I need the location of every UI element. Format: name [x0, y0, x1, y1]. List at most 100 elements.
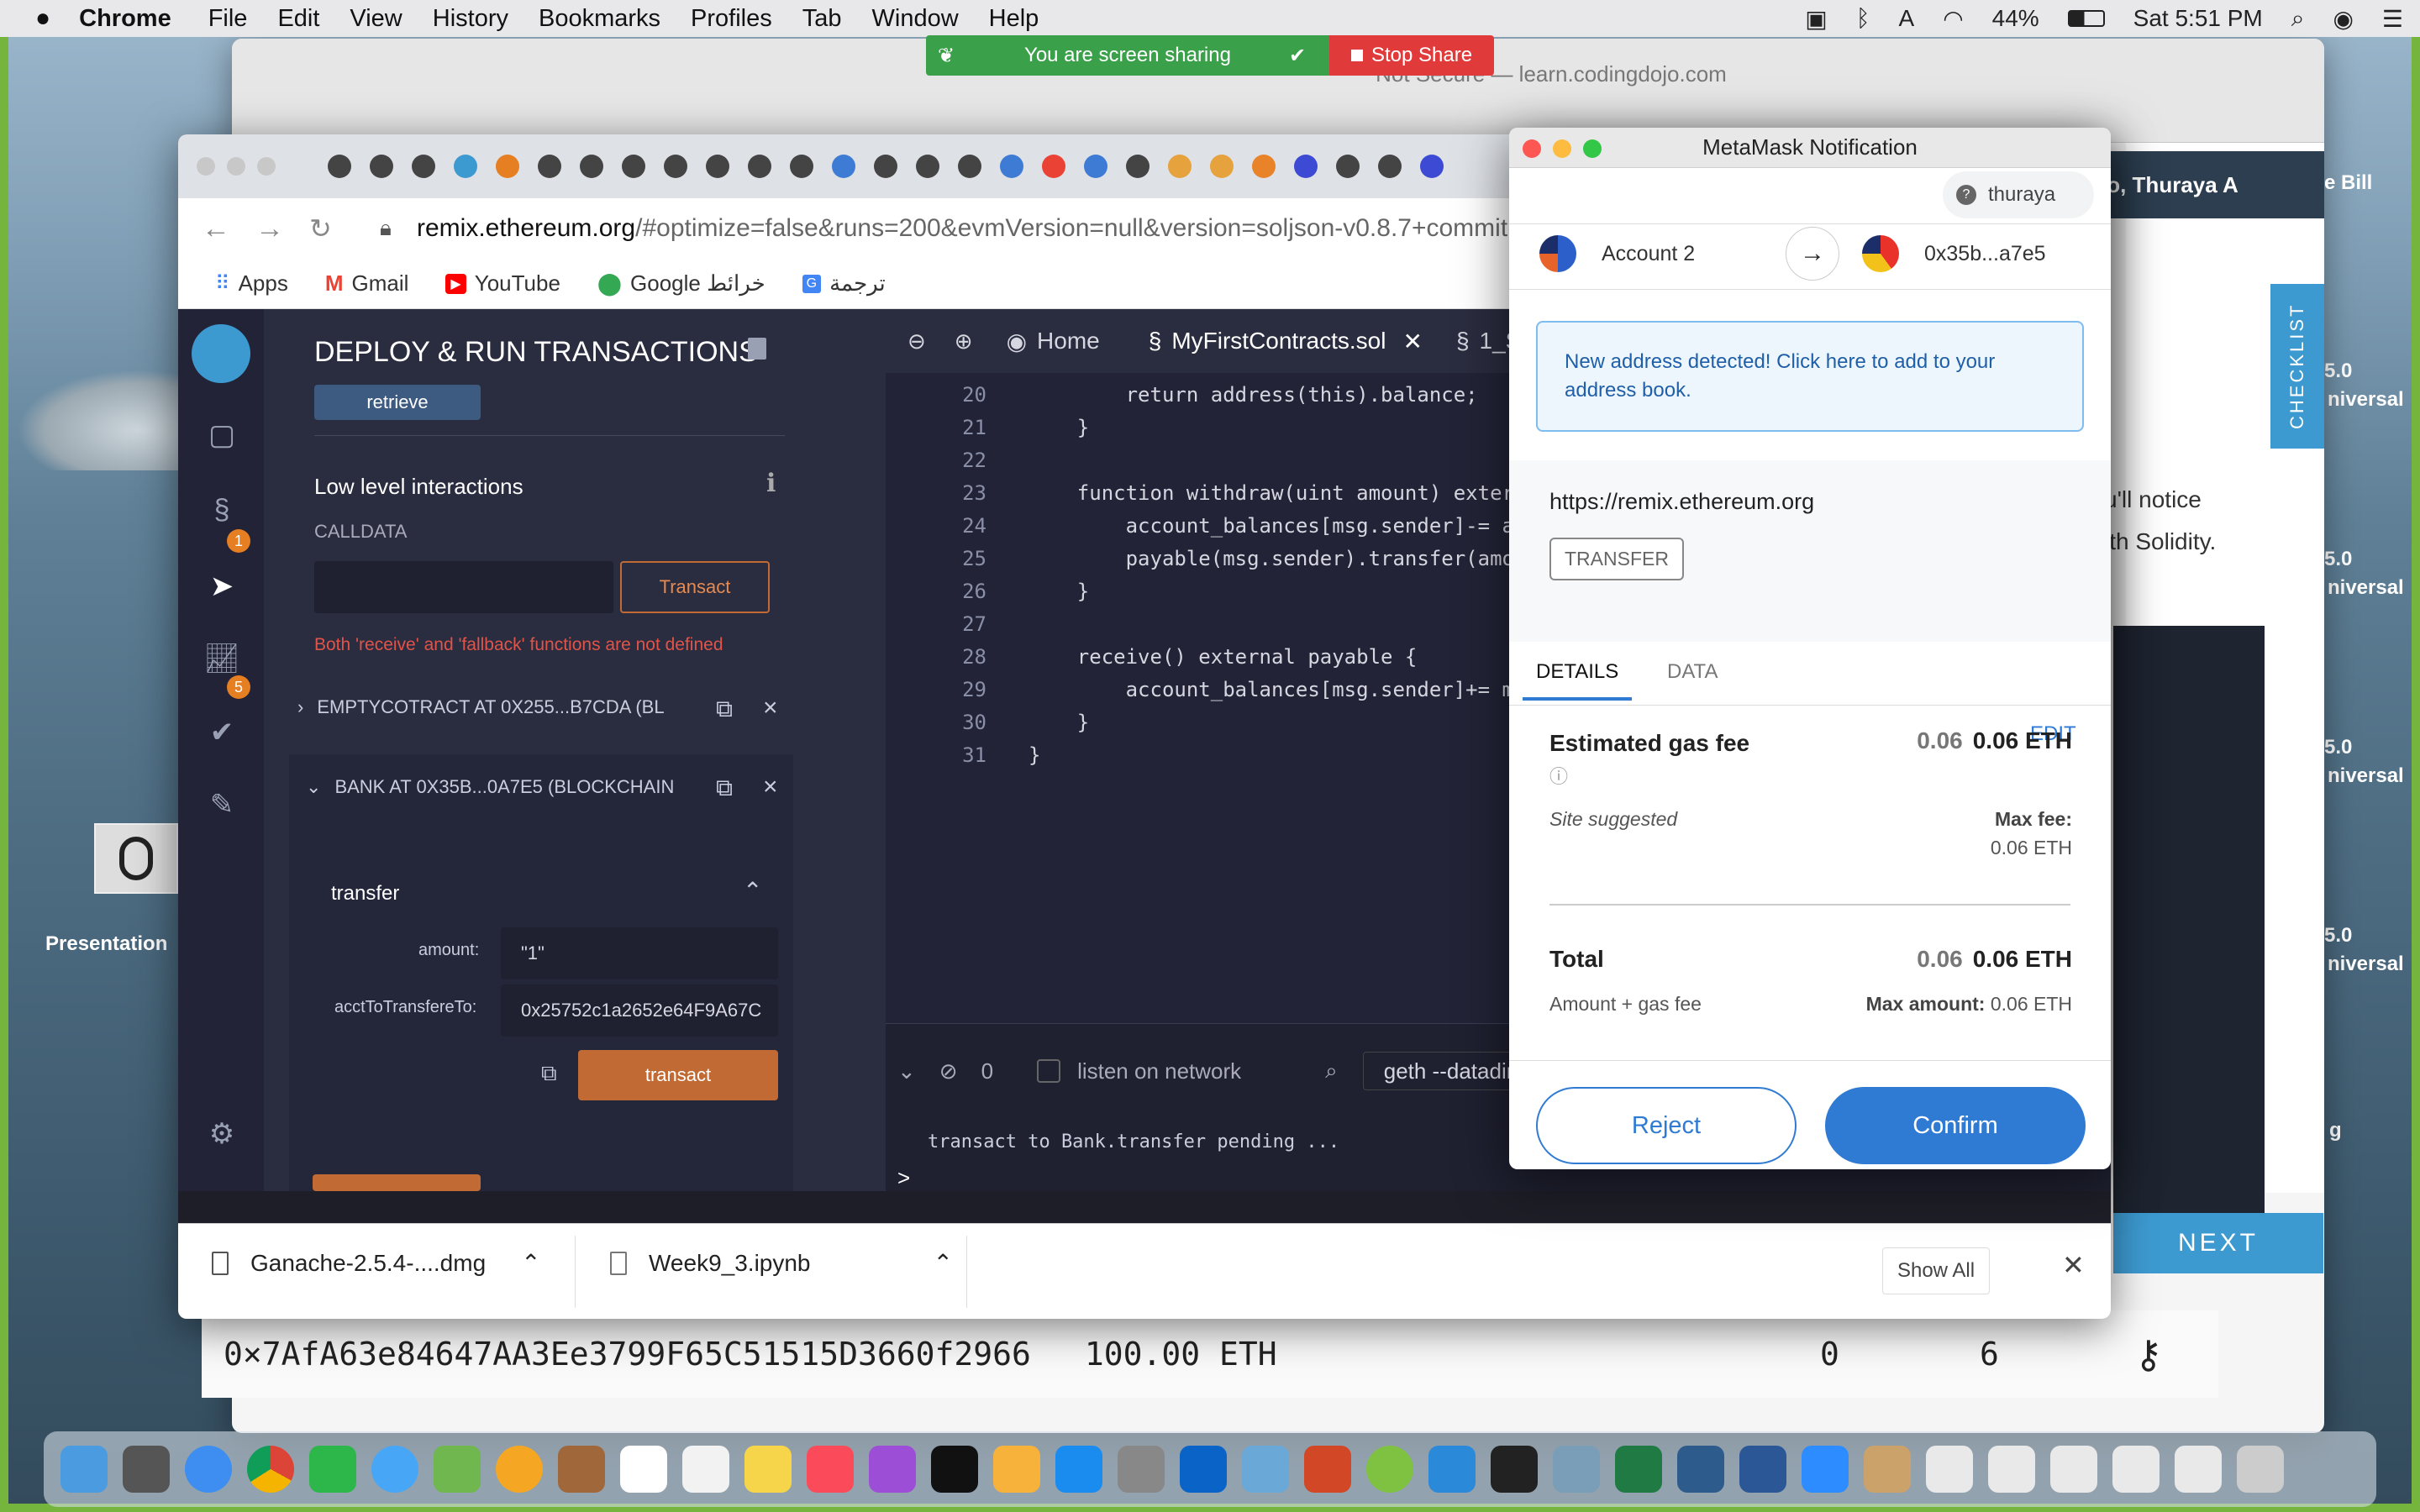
chevron-up-icon[interactable]: ⌃	[934, 1249, 953, 1277]
retrieve-button[interactable]: retrieve	[314, 385, 481, 420]
tv-dock-icon[interactable]	[931, 1446, 978, 1493]
bookmark-gmail[interactable]: M Gmail	[325, 270, 409, 297]
tab-icon[interactable]	[454, 155, 477, 178]
contract-row-bank[interactable]: ⌄ BANK AT 0X35B...0A7E5 (BLOCKCHAIN	[306, 776, 674, 798]
minimize-window-icon[interactable]	[1553, 139, 1571, 158]
code-line[interactable]: }	[1028, 711, 1089, 734]
plugin-manager-icon[interactable]: ✎	[203, 788, 240, 825]
minimize-window-icon[interactable]	[227, 157, 245, 176]
zoom-window-icon[interactable]	[1583, 139, 1602, 158]
network-dock-icon[interactable]	[1553, 1446, 1600, 1493]
menu-file[interactable]: File	[208, 5, 248, 33]
ganache-dock-icon[interactable]	[1864, 1446, 1911, 1493]
apple-icon[interactable]: ●	[35, 4, 50, 33]
siri-icon[interactable]: ◉	[2333, 5, 2353, 33]
analysis-icon[interactable]: 📈︎	[203, 642, 240, 679]
settings-gear-icon[interactable]: ⚙	[203, 1117, 240, 1154]
lesson-video[interactable]	[2113, 626, 2265, 1214]
photos-dock-icon[interactable]	[496, 1446, 543, 1493]
wifi-icon[interactable]: ◠	[1943, 5, 1963, 33]
tab-icon[interactable]	[1420, 155, 1444, 178]
code-line[interactable]: }	[1028, 416, 1089, 439]
close-icon[interactable]: ×	[763, 773, 778, 801]
key-icon[interactable]: ⚷	[2134, 1331, 2163, 1377]
tab-icon[interactable]	[958, 155, 981, 178]
close-downloads-icon[interactable]: ✕	[2062, 1249, 2085, 1281]
code-line[interactable]: function withdraw(uint amount) external{	[1028, 481, 1563, 505]
github-tab-icon[interactable]	[370, 155, 393, 178]
music-dock-icon[interactable]	[807, 1446, 854, 1493]
zoom-dock-icon[interactable]	[1802, 1446, 1849, 1493]
tab-icon[interactable]	[580, 155, 603, 178]
maps-dock-icon[interactable]	[434, 1446, 481, 1493]
recent-window-dock-icon[interactable]	[2112, 1446, 2160, 1493]
close-tab-icon[interactable]: ✕	[1402, 328, 1422, 355]
spotlight-search-icon[interactable]: ⌕	[2291, 5, 2305, 33]
testing-icon[interactable]: ✔	[203, 716, 240, 753]
battery-icon[interactable]	[2067, 10, 2105, 27]
tab-icon[interactable]	[1378, 155, 1402, 178]
bookmark-apps[interactable]: ⠿ Apps	[215, 270, 288, 297]
finder-dock-icon[interactable]	[60, 1446, 108, 1493]
tab-icon[interactable]	[1210, 155, 1234, 178]
camera-icon[interactable]: ▣	[1805, 5, 1827, 33]
code-line[interactable]: }	[1028, 743, 1040, 767]
recent-window-dock-icon[interactable]	[1988, 1446, 2035, 1493]
reminders-dock-icon[interactable]	[682, 1446, 729, 1493]
tab-icon[interactable]	[496, 155, 519, 178]
code-line[interactable]: }	[1028, 580, 1089, 603]
recent-window-dock-icon[interactable]	[2175, 1446, 2222, 1493]
clock[interactable]: Sat 5:51 PM	[2133, 5, 2263, 32]
launchpad-dock-icon[interactable]	[123, 1446, 170, 1493]
calldata-input[interactable]	[314, 561, 613, 613]
zoom-window-icon[interactable]	[257, 157, 276, 176]
powerpoint-dock-icon[interactable]	[1304, 1446, 1351, 1493]
stackoverflow-tab-icon[interactable]	[706, 155, 729, 178]
compiler-icon[interactable]: §	[203, 494, 240, 531]
menu-help[interactable]: Help	[989, 5, 1039, 33]
tab-icon[interactable]	[790, 155, 813, 178]
copy-calldata-icon[interactable]: ⧉	[541, 1060, 557, 1087]
network-selector[interactable]: ? thuraya	[1943, 171, 2094, 218]
menu-view[interactable]: View	[350, 5, 402, 33]
control-center-icon[interactable]: ☰	[2382, 5, 2403, 33]
tab-details[interactable]: DETAILS	[1523, 652, 1633, 701]
file-explorer-icon[interactable]: ▢	[203, 418, 240, 455]
recent-window-dock-icon[interactable]	[1926, 1446, 1973, 1493]
to-account[interactable]: 0x35b...a7e5	[1862, 235, 2046, 272]
menu-history[interactable]: History	[433, 5, 508, 33]
menu-app-name[interactable]: Chrome	[79, 5, 171, 33]
copy-icon[interactable]: ⧉	[716, 696, 733, 723]
tab-icon[interactable]	[1294, 155, 1318, 178]
clear-terminal-icon[interactable]: ⊘	[939, 1058, 958, 1084]
tab-icon[interactable]	[1126, 155, 1150, 178]
tab-icon[interactable]	[664, 155, 687, 178]
confirm-button[interactable]: Confirm	[1825, 1087, 2086, 1164]
word-dock-icon[interactable]	[1739, 1446, 1786, 1493]
terminal-dock-icon[interactable]	[1491, 1446, 1538, 1493]
url-input[interactable]: remix.ethereum.org/#optimize=false&runs=…	[417, 214, 1507, 243]
recent-window-dock-icon[interactable]	[2050, 1446, 2097, 1493]
menu-window[interactable]: Window	[872, 5, 959, 33]
chevron-up-icon[interactable]: ⌃	[521, 1249, 540, 1277]
zoom-out-icon[interactable]: ⊖	[908, 328, 926, 354]
checklist-tab[interactable]: CHECKLIST	[2270, 284, 2324, 449]
tab-icon[interactable]	[916, 155, 939, 178]
system-preferences-dock-icon[interactable]	[1118, 1446, 1165, 1493]
new-address-banner[interactable]: New address detected! Click here to add …	[1536, 321, 2084, 432]
back-icon[interactable]: ←	[202, 213, 230, 245]
tab-icon[interactable]	[874, 155, 897, 178]
tab-icon[interactable]	[1168, 155, 1192, 178]
code-line[interactable]: account_balances[msg.sender]-= amount;	[1028, 514, 1587, 538]
github-tab-icon[interactable]	[748, 155, 771, 178]
transact-button[interactable]: transact	[578, 1050, 778, 1100]
zoom-in-icon[interactable]: ⊕	[955, 328, 973, 354]
menu-bookmarks[interactable]: Bookmarks	[539, 5, 660, 33]
info-icon[interactable]: ⓘ	[1549, 766, 1568, 787]
code-line[interactable]: return address(this).balance;	[1028, 383, 1478, 407]
bookmark-translate[interactable]: G ترجمة	[802, 270, 886, 297]
download-item-notebook[interactable]: Week9_3.ipynb ⌃	[610, 1249, 953, 1277]
user-menu[interactable]: lo, Thuraya A	[2084, 151, 2324, 218]
tab-icon[interactable]	[1336, 155, 1360, 178]
close-window-icon[interactable]	[1523, 139, 1541, 158]
